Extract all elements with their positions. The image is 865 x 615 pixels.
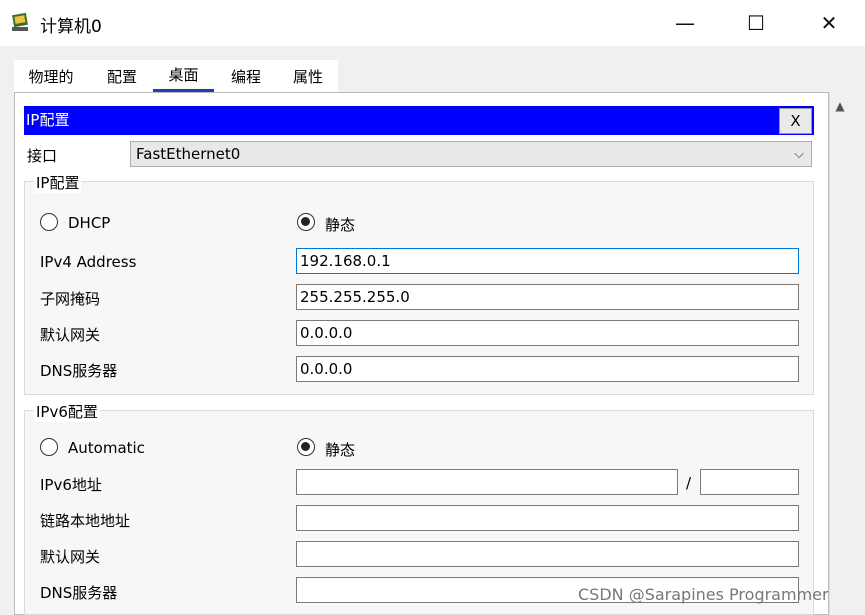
- ipv6-automatic-label: Automatic: [68, 439, 145, 457]
- ipv6-static-radio[interactable]: [297, 438, 315, 456]
- tab-config[interactable]: 配置: [94, 60, 150, 92]
- ipv6-address-label: IPv6地址: [40, 476, 102, 494]
- watermark-text: CSDN @Sarapines Programmer: [578, 585, 829, 604]
- computer-app-icon: [12, 12, 28, 31]
- ipv6-gateway-label: 默认网关: [40, 548, 101, 566]
- link-local-field[interactable]: [296, 505, 799, 531]
- link-local-label: 链路本地地址: [40, 512, 131, 530]
- dhcp-label: DHCP: [68, 214, 111, 232]
- ipv6-group-title: IPv6配置: [34, 401, 100, 422]
- tab-desktop[interactable]: 桌面: [153, 60, 214, 92]
- ipv6-static-label: 静态: [325, 441, 356, 459]
- minimize-button[interactable]: —: [650, 0, 720, 46]
- window-title: 计算机0: [40, 17, 102, 37]
- ipv4-static-radio[interactable]: [297, 213, 315, 231]
- tab-attributes[interactable]: 属性: [280, 60, 336, 92]
- subnet-mask-field[interactable]: 255.255.255.0: [296, 284, 799, 310]
- ipv4-dns-label: DNS服务器: [40, 362, 118, 380]
- prefix-slash: /: [686, 474, 692, 492]
- ip-config-close-button[interactable]: X: [779, 108, 812, 134]
- ipv6-automatic-radio[interactable]: [40, 438, 58, 456]
- ipv4-group-title: IP配置: [34, 172, 82, 193]
- tab-physical[interactable]: 物理的: [20, 60, 82, 92]
- vertical-scrollbar[interactable]: [829, 92, 851, 615]
- subnet-mask-label: 子网掩码: [40, 290, 101, 308]
- ipv4-address-label: IPv4 Address: [40, 253, 137, 271]
- ipv4-address-field[interactable]: 192.168.0.1: [296, 248, 799, 274]
- ipv6-prefix-field[interactable]: [700, 469, 799, 495]
- chevron-down-icon: ⌵: [794, 146, 804, 162]
- interface-label: 接口: [27, 147, 58, 165]
- ipv6-gateway-field[interactable]: [296, 541, 799, 567]
- scroll-up-icon[interactable]: ▲: [829, 96, 851, 116]
- ip-config-title-bar: IP配置: [24, 106, 814, 135]
- ipv4-static-label: 静态: [325, 216, 356, 234]
- ipv4-gateway-label: 默认网关: [40, 326, 101, 344]
- ipv6-address-field[interactable]: [296, 469, 678, 495]
- tab-programming[interactable]: 编程: [218, 60, 274, 92]
- dhcp-radio[interactable]: [40, 213, 58, 231]
- ipv6-dns-label: DNS服务器: [40, 584, 118, 602]
- close-window-button[interactable]: ✕: [794, 0, 864, 46]
- interface-select[interactable]: FastEthernet0: [130, 141, 812, 167]
- ipv4-gateway-field[interactable]: 0.0.0.0: [296, 320, 799, 346]
- ipv4-dns-field[interactable]: 0.0.0.0: [296, 356, 799, 382]
- maximize-button[interactable]: ☐: [721, 0, 791, 46]
